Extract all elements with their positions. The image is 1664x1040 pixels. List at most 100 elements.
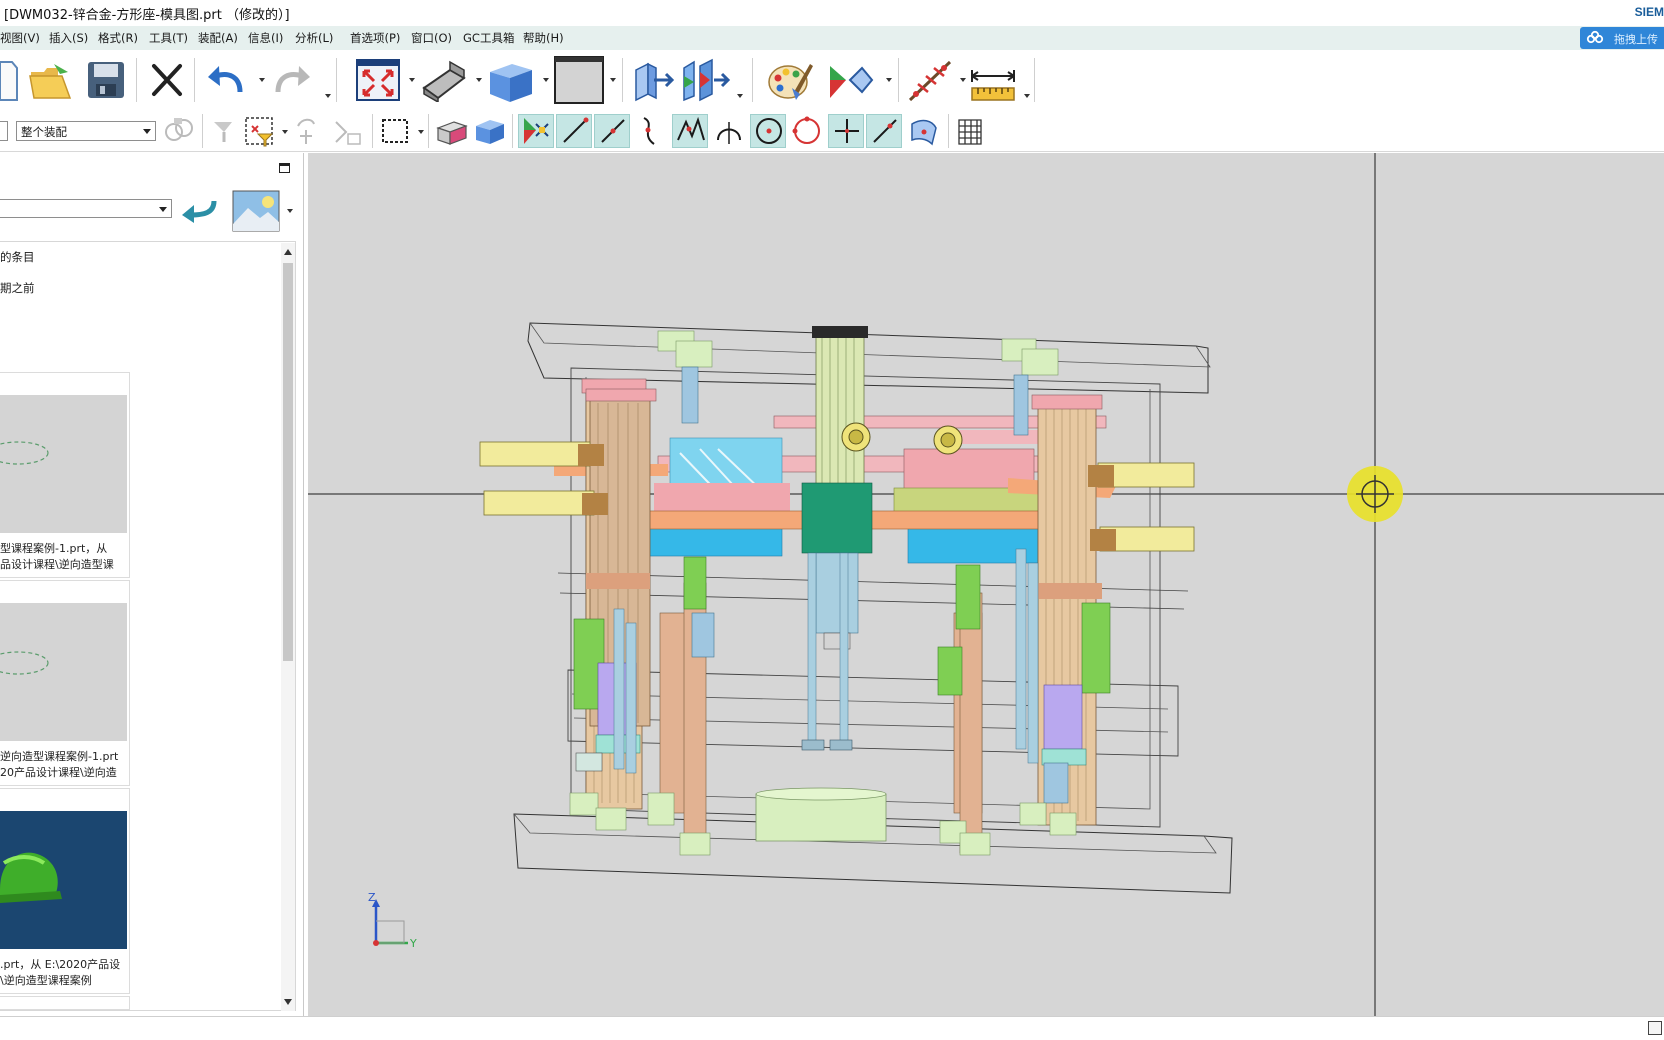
intersection-icon[interactable]: [676, 116, 706, 149]
mold-assembly-model[interactable]: [308, 153, 1664, 1016]
open-folder-icon[interactable]: [28, 60, 74, 105]
part-thumbnail: [0, 395, 127, 533]
menu-insert[interactable]: 插入(S): [49, 30, 88, 46]
show-hide-icon[interactable]: [826, 60, 874, 105]
midpoint-icon[interactable]: [598, 116, 628, 149]
menu-format[interactable]: 格式(R): [98, 30, 138, 46]
view-dropdown-icon[interactable]: [409, 78, 415, 82]
section-dropdown-icon[interactable]: [737, 94, 743, 98]
circle-center-icon[interactable]: [754, 116, 784, 149]
filter-dropdown-icon[interactable]: [282, 130, 288, 134]
edit-object-display-icon[interactable]: [766, 58, 814, 107]
menu-help[interactable]: 帮助(H): [523, 30, 564, 46]
point-on-curve-icon[interactable]: [870, 116, 900, 149]
fit-view-icon[interactable]: [356, 59, 400, 104]
graphics-window[interactable]: Z Y: [308, 153, 1664, 1016]
chevron-down-icon: [143, 129, 151, 134]
selection-toolbar: 整个装配: [0, 110, 1664, 152]
face-select-icon[interactable]: [434, 116, 468, 149]
separator: [752, 58, 753, 102]
grid-icon[interactable]: [956, 116, 984, 149]
menu-view[interactable]: 视图(V): [0, 30, 40, 46]
upload-label: 拖拽上传: [1614, 33, 1658, 46]
history-item[interactable]: 型课程案例-1.prt，从 品设计课程\逆向造型课: [0, 372, 130, 578]
brand-logo: SIEM: [1634, 5, 1664, 19]
history-group-label[interactable]: 期之前: [0, 280, 35, 296]
rectangle-select-icon[interactable]: [380, 116, 410, 149]
orient-view-icon[interactable]: [486, 58, 536, 107]
clip-section-icon[interactable]: [680, 58, 732, 105]
save-icon[interactable]: [86, 60, 126, 103]
show-hide-dropdown-icon[interactable]: [886, 78, 892, 82]
redo-icon[interactable]: [272, 62, 312, 103]
y-axis-label: Y: [410, 937, 417, 950]
measure-distance-icon[interactable]: [970, 64, 1016, 105]
separator: [898, 58, 899, 102]
deselect-icon[interactable]: [210, 116, 240, 149]
point-on-surface-icon[interactable]: [908, 116, 940, 149]
control-point-icon[interactable]: [636, 116, 666, 149]
new-file-icon[interactable]: [0, 58, 18, 107]
wcs-icon[interactable]: [906, 58, 956, 107]
scroll-up-icon[interactable]: [284, 249, 292, 255]
history-item[interactable]: 逆向造型课程案例-1.prt 20产品设计课程\逆向造: [0, 580, 130, 786]
history-list: 的条目 期之前 型课程案例-1.prt，从 品设计课程\逆向造型课 逆向造型课程…: [0, 241, 296, 1011]
menu-window[interactable]: 窗口(O): [411, 30, 452, 46]
assembly-select-icon[interactable]: [164, 116, 196, 149]
measure-dropdown-icon[interactable]: [1024, 94, 1030, 98]
palette-thumbnail-icon[interactable]: [232, 190, 280, 235]
endpoint-icon[interactable]: [560, 116, 590, 149]
rendering-style-icon[interactable]: [420, 60, 468, 105]
filter-select-icon[interactable]: [244, 116, 276, 151]
cloud-icon: [1586, 29, 1604, 47]
history-item[interactable]: [0, 996, 130, 1010]
history-filter-select[interactable]: [0, 199, 172, 218]
existing-point-icon[interactable]: [832, 116, 862, 149]
history-scrollbar[interactable]: [281, 243, 295, 1011]
rect-select-dropdown-icon[interactable]: [418, 130, 424, 134]
separator: [512, 114, 513, 148]
undo-icon[interactable]: [206, 62, 246, 103]
background-icon[interactable]: [554, 56, 604, 107]
rendering-dropdown-icon[interactable]: [476, 78, 482, 82]
chevron-down-icon: [159, 207, 167, 212]
menu-gc-toolbox[interactable]: GC工具箱: [463, 30, 514, 46]
quadrant-point-icon[interactable]: [792, 116, 822, 149]
delete-icon[interactable]: [150, 62, 184, 101]
history-group-label[interactable]: 的条目: [0, 249, 35, 265]
menu-tools[interactable]: 工具(T): [149, 30, 188, 46]
separator: [622, 58, 623, 102]
nx-window: [DWM032-锌合金-方形座-模具图.prt （修改的）] SIEM 视图(V…: [0, 0, 1664, 1040]
standard-toolbar: [0, 50, 1664, 110]
upload-button[interactable]: 拖拽上传: [1580, 27, 1664, 49]
back-arrow-icon[interactable]: [180, 195, 220, 226]
select-chain-icon[interactable]: [332, 116, 364, 151]
maximize-icon[interactable]: [279, 163, 290, 173]
quick-pick-icon[interactable]: [292, 116, 324, 149]
scope-filter-select[interactable]: 整个装配: [16, 121, 156, 141]
orient-dropdown-icon[interactable]: [543, 78, 549, 82]
history-caption: \逆向造型课程案例: [0, 974, 92, 987]
body-select-icon[interactable]: [472, 116, 506, 149]
history-item[interactable]: .prt，从 E:\2020产品设 \逆向造型课程案例: [0, 788, 130, 994]
type-filter-select[interactable]: [0, 121, 8, 141]
menu-info[interactable]: 信息(I): [248, 30, 283, 46]
snap-point-icon[interactable]: [520, 116, 552, 149]
arc-center-icon[interactable]: [714, 116, 744, 149]
menu-preferences[interactable]: 首选项(P): [350, 30, 400, 46]
wcs-dropdown-icon[interactable]: [960, 78, 966, 82]
menu-assembly[interactable]: 装配(A): [198, 30, 238, 46]
full-screen-icon[interactable]: [1648, 1021, 1662, 1035]
palette-dropdown-icon[interactable]: [287, 209, 293, 213]
menu-analysis[interactable]: 分析(L): [295, 30, 333, 46]
section-view-icon[interactable]: [632, 58, 676, 105]
background-dropdown-icon[interactable]: [610, 78, 616, 82]
title-bar: [DWM032-锌合金-方形座-模具图.prt （修改的）] SIEM: [0, 0, 1664, 26]
undo-dropdown-icon[interactable]: [259, 78, 265, 82]
history-caption: 20产品设计课程\逆向造: [0, 766, 117, 779]
window-title: [DWM032-锌合金-方形座-模具图.prt （修改的）]: [4, 8, 290, 23]
scroll-thumb[interactable]: [283, 263, 293, 661]
view-triad: Z Y: [368, 891, 428, 951]
redo-dropdown-icon[interactable]: [325, 94, 331, 98]
scroll-down-icon[interactable]: [284, 999, 292, 1005]
